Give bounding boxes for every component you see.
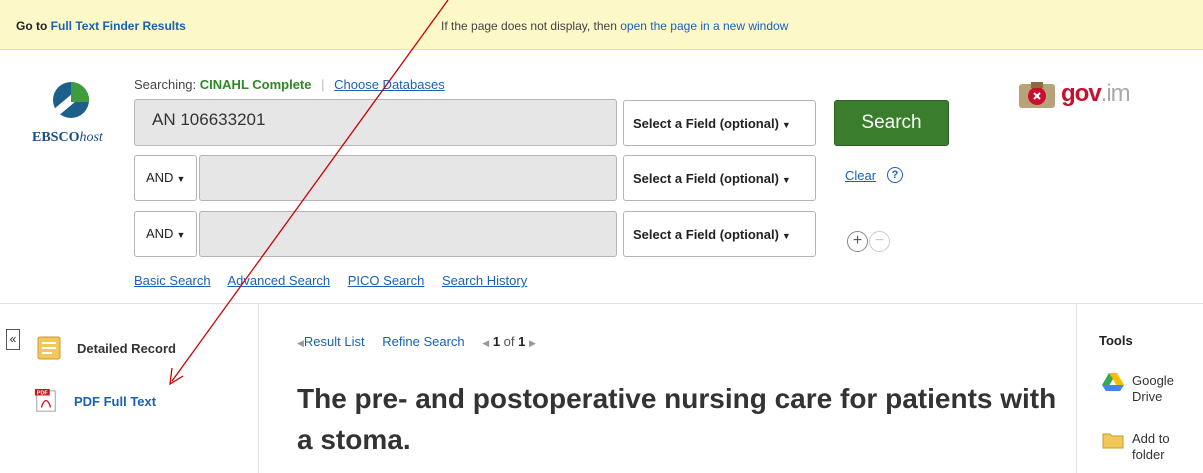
- tools-heading: Tools: [1099, 333, 1133, 348]
- boolean-select-2-label: AND: [146, 170, 174, 185]
- search-input-1[interactable]: AN 106633201: [134, 99, 617, 146]
- ebsco-globe-icon: [53, 82, 89, 118]
- field-select-1-label: Select a Field (optional): [633, 116, 779, 131]
- search-button[interactable]: Search: [834, 100, 949, 146]
- of-text: of: [503, 334, 515, 349]
- field-select-3-label: Select a Field (optional): [633, 227, 779, 242]
- collapse-panel-button[interactable]: «: [6, 329, 20, 350]
- chevron-down-icon: ▼: [176, 230, 186, 240]
- open-new-window-link[interactable]: open the page in a new window: [620, 19, 788, 33]
- right-divider: [1076, 304, 1077, 473]
- field-select-1[interactable]: Select a Field (optional) ▼: [623, 100, 816, 146]
- chevron-down-icon: ▼: [781, 175, 791, 185]
- detailed-record-icon: [37, 336, 61, 360]
- boolean-select-3[interactable]: AND ▼: [134, 211, 197, 257]
- google-drive-label: Google Drive: [1132, 373, 1174, 404]
- result-navigation: ◀Result List Refine Search ◀ 1 of 1 ▶: [297, 334, 536, 349]
- search-input-3[interactable]: [199, 211, 617, 257]
- detailed-record-item[interactable]: Detailed Record: [37, 336, 176, 360]
- add-row-icon[interactable]: +: [847, 231, 868, 252]
- field-select-3[interactable]: Select a Field (optional) ▼: [623, 211, 816, 257]
- choose-databases-link[interactable]: Choose Databases: [334, 77, 445, 92]
- search-input-2[interactable]: [199, 155, 617, 201]
- clear-control: Clear: [845, 168, 876, 183]
- chevron-down-icon: ▼: [781, 231, 791, 241]
- clear-link[interactable]: Clear: [845, 168, 876, 183]
- refine-search-link[interactable]: Refine Search: [382, 334, 464, 349]
- boolean-select-3-label: AND: [146, 226, 174, 241]
- pico-search-link[interactable]: PICO Search: [348, 273, 425, 288]
- prev-result-icon[interactable]: ◀: [482, 338, 489, 348]
- search-mode-links: Basic Search Advanced Search PICO Search…: [134, 273, 541, 288]
- boolean-select-2[interactable]: AND ▼: [134, 155, 197, 201]
- pdf-full-text-item[interactable]: PDF PDF Full Text: [34, 389, 156, 413]
- chevron-left-icon: ◀: [297, 338, 304, 348]
- result-list-link[interactable]: ◀Result List: [297, 334, 365, 349]
- pdf-full-text-label: PDF Full Text: [74, 393, 157, 409]
- next-result-icon[interactable]: ▶: [529, 338, 536, 348]
- chevron-down-icon: ▼: [176, 174, 186, 184]
- advanced-search-link[interactable]: Advanced Search: [228, 273, 331, 288]
- notice-text: If the page does not display, then: [441, 19, 617, 33]
- result-total: 1: [518, 334, 526, 349]
- remove-row-icon[interactable]: −: [869, 231, 890, 252]
- ebscohost-wordmark: EBSCOhost: [32, 130, 103, 145]
- divider: [0, 303, 1203, 304]
- database-name: CINAHL Complete: [199, 77, 312, 92]
- chevron-down-icon: ▼: [781, 120, 791, 130]
- goto-line: Go to Full Text Finder Results: [16, 19, 186, 33]
- pdf-icon: PDF: [34, 389, 56, 412]
- record-title: The pre- and postoperative nursing care …: [297, 383, 1057, 455]
- searching-line: Searching: CINAHL Complete | Choose Data…: [134, 77, 445, 92]
- top-banner: Go to Full Text Finder Results If the pa…: [0, 0, 1203, 50]
- google-drive-icon: [1102, 373, 1124, 391]
- crest-icon: [1019, 82, 1055, 108]
- ebscohost-logo[interactable]: EBSCOhost: [30, 78, 115, 158]
- separator: |: [321, 77, 325, 92]
- field-select-2[interactable]: Select a Field (optional) ▼: [623, 155, 816, 201]
- full-text-finder-link[interactable]: Full Text Finder Results: [51, 19, 186, 33]
- left-divider: [258, 304, 259, 473]
- gov-im-logo[interactable]: gov.im: [1017, 80, 1153, 110]
- svg-text:PDF: PDF: [37, 391, 49, 397]
- field-select-2-label: Select a Field (optional): [633, 171, 779, 186]
- search-history-link[interactable]: Search History: [442, 273, 527, 288]
- gov-im-wordmark: gov.im: [1061, 80, 1131, 107]
- display-notice: If the page does not display, then open …: [441, 19, 788, 33]
- help-icon[interactable]: ?: [887, 167, 903, 183]
- basic-search-link[interactable]: Basic Search: [134, 273, 211, 288]
- goto-prefix: Go to: [16, 19, 48, 33]
- folder-icon: [1102, 433, 1124, 449]
- result-position: 1: [492, 334, 501, 349]
- add-to-folder-label: Add to folder: [1132, 431, 1170, 462]
- detailed-record-label: Detailed Record: [77, 340, 176, 356]
- searching-label: Searching:: [134, 77, 197, 92]
